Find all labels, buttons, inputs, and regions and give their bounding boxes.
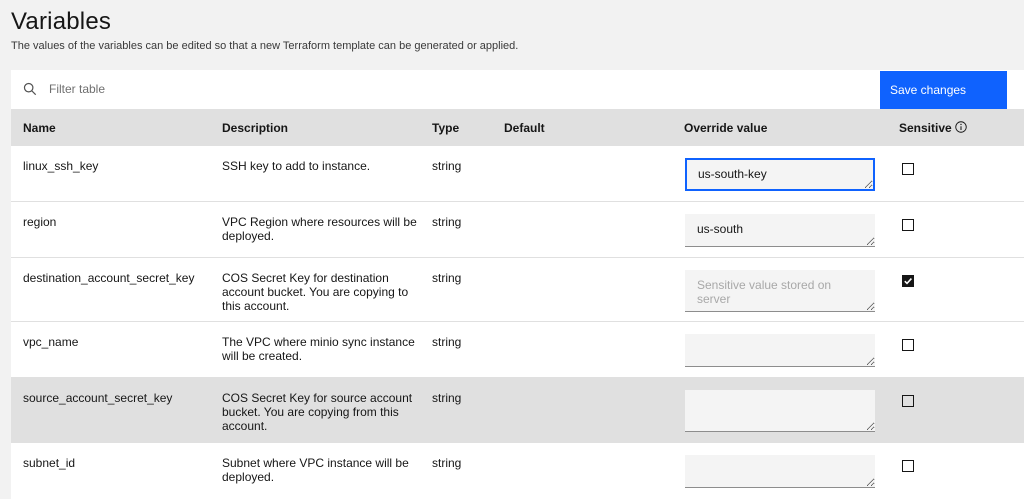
sensitive-checkbox[interactable] xyxy=(902,163,914,175)
table-row: vpc_name The VPC where minio sync instan… xyxy=(11,322,1024,378)
variable-type: string xyxy=(432,159,462,173)
header-name[interactable]: Name xyxy=(23,121,56,135)
page-title: Variables xyxy=(11,8,112,35)
override-value-input[interactable]: us-south xyxy=(685,214,875,247)
sensitive-checkbox[interactable] xyxy=(902,275,914,287)
override-value-input[interactable] xyxy=(685,390,875,432)
variable-description: COS Secret Key for source account bucket… xyxy=(222,391,413,433)
header-type[interactable]: Type xyxy=(432,121,459,135)
override-value-input[interactable] xyxy=(685,270,875,312)
variable-description: The VPC where minio sync instance will b… xyxy=(222,335,415,363)
override-value-input[interactable] xyxy=(685,334,875,367)
header-description[interactable]: Description xyxy=(222,121,288,135)
sensitive-checkbox[interactable] xyxy=(902,460,914,472)
header-default[interactable]: Default xyxy=(504,121,545,135)
variable-type: string xyxy=(432,335,462,349)
variable-description: Subnet where VPC instance will be deploy… xyxy=(222,456,409,484)
variable-description: COS Secret Key for destination account b… xyxy=(222,271,409,313)
header-sensitive[interactable]: Sensitive xyxy=(899,121,952,135)
table-row: subnet_id Subnet where VPC instance will… xyxy=(11,443,1024,499)
header-override-value[interactable]: Override value xyxy=(684,121,767,135)
sensitive-checkbox[interactable] xyxy=(902,219,914,231)
override-value-input[interactable]: us-south-key xyxy=(685,158,875,191)
variable-type: string xyxy=(432,391,462,405)
page-subtitle: The values of the variables can be edite… xyxy=(11,40,519,52)
variables-table: Save changes Name Description Type Defau… xyxy=(11,70,1024,499)
table-toolbar: Save changes xyxy=(11,70,1024,109)
variable-type: string xyxy=(432,456,462,470)
override-value-input[interactable] xyxy=(685,455,875,488)
variable-description: SSH key to add to instance. xyxy=(222,159,371,173)
variable-type: string xyxy=(432,271,462,285)
variable-name: region xyxy=(23,215,57,229)
table-row: linux_ssh_key SSH key to add to instance… xyxy=(11,146,1024,202)
table-header: Name Description Type Default Override v… xyxy=(11,109,1024,146)
variable-description: VPC Region where resources will be deplo… xyxy=(222,215,417,243)
checkmark-icon xyxy=(904,278,912,285)
filter-table-input[interactable] xyxy=(49,78,649,100)
save-changes-button[interactable]: Save changes xyxy=(880,71,1007,109)
variable-name: destination_account_secret_key xyxy=(23,271,195,285)
variable-name: vpc_name xyxy=(23,335,79,349)
variable-name: subnet_id xyxy=(23,456,76,470)
variable-name: source_account_secret_key xyxy=(23,391,173,405)
sensitive-checkbox[interactable] xyxy=(902,339,914,351)
variable-name: linux_ssh_key xyxy=(23,159,99,173)
table-row: destination_account_secret_key COS Secre… xyxy=(11,258,1024,322)
table-row: source_account_secret_key COS Secret Key… xyxy=(11,378,1024,443)
table-row: region VPC Region where resources will b… xyxy=(11,202,1024,258)
variable-type: string xyxy=(432,215,462,229)
sensitive-checkbox[interactable] xyxy=(902,395,914,407)
